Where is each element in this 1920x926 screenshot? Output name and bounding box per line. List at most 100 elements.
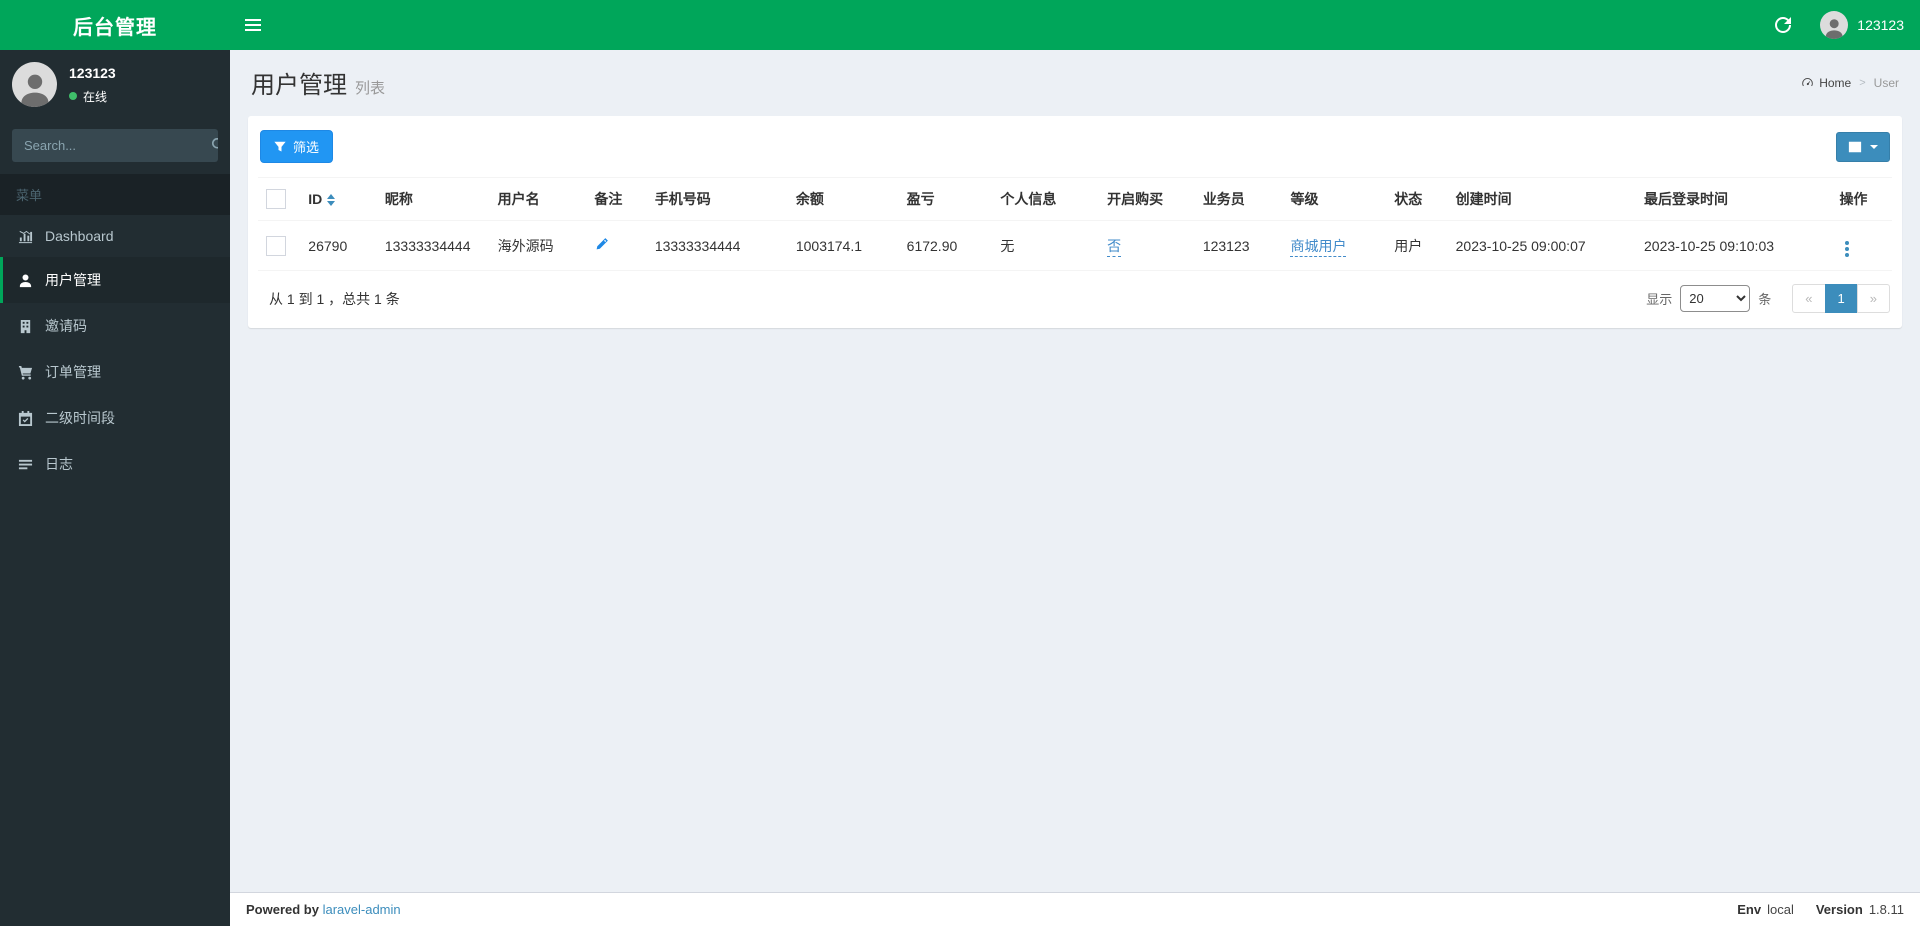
breadcrumb-home-link[interactable]: Home: [1801, 76, 1851, 90]
chevron-down-icon: [1870, 144, 1878, 149]
cell-id: 26790: [300, 220, 377, 271]
pager: « 1 »: [1792, 284, 1890, 313]
sidebar-item-label: Dashboard: [45, 228, 114, 244]
sidebar-item-logs[interactable]: 日志: [0, 441, 230, 487]
avatar: [1820, 11, 1849, 39]
row-checkbox[interactable]: [266, 235, 286, 256]
prev-page-button[interactable]: «: [1792, 284, 1826, 313]
cell-last-login: 2023-10-25 09:10:03: [1636, 220, 1832, 271]
header-status: 状态: [1386, 177, 1448, 221]
grid-footer: 从 1 到 1 ，总共 1 条 显示 20 条 « 1 »: [248, 271, 1902, 328]
search-input[interactable]: [12, 129, 212, 162]
user-icon: [16, 273, 34, 288]
navbar-username: 123123: [1857, 17, 1904, 33]
sidebar-item-time-periods[interactable]: 二级时间段: [0, 395, 230, 441]
menu-header: 菜单: [0, 174, 230, 215]
sidebar-item-label: 邀请码: [45, 318, 87, 334]
sidebar-item-label: 订单管理: [45, 364, 101, 380]
cell-status: 用户: [1386, 220, 1448, 271]
sidebar-item-orders[interactable]: 订单管理: [0, 349, 230, 395]
breadcrumb-separator: >: [1859, 76, 1866, 89]
breadcrumb-current: User: [1873, 75, 1899, 90]
header-actions: 操作: [1831, 177, 1892, 221]
brand-logo[interactable]: 后台管理: [0, 0, 230, 50]
page-footer: Powered by laravel-admin Env local Versi…: [230, 892, 1920, 926]
content: 筛选 ID 昵称 用户名 备注 手机号码 余额 盈亏 个人信息 开启购买 业务员…: [230, 100, 1920, 344]
sidebar-item-label: 用户管理: [45, 272, 101, 288]
cell-profit: 6172.90: [898, 220, 993, 271]
cell-balance: 1003174.1: [787, 220, 899, 271]
top-navbar: 123123: [230, 0, 1920, 50]
sidebar-item-invite-codes[interactable]: 邀请码: [0, 303, 230, 349]
search-button[interactable]: [211, 129, 218, 162]
header-nickname: 昵称: [376, 177, 490, 221]
status-label: 在线: [83, 89, 108, 104]
column-selector-button[interactable]: [1836, 131, 1890, 162]
grid-toolbar: 筛选: [248, 116, 1902, 177]
sort-icon[interactable]: [327, 194, 336, 207]
header-created-at: 创建时间: [1447, 177, 1637, 221]
bar-chart-icon: [16, 229, 34, 244]
search-icon: [211, 137, 218, 149]
cell-salesman: 123123: [1194, 220, 1283, 271]
sidebar-item-label: 日志: [45, 456, 73, 472]
level-editable-link[interactable]: 商城用户: [1290, 237, 1347, 257]
laravel-admin-link[interactable]: laravel-admin: [323, 902, 401, 917]
log-list-icon: [16, 457, 34, 472]
navbar-right: 123123: [1762, 0, 1920, 50]
header-profit: 盈亏: [898, 177, 993, 221]
calendar-icon: [16, 410, 34, 426]
header-username: 用户名: [489, 177, 587, 221]
sidebar-toggle-button[interactable]: [230, 0, 275, 50]
header-remark: 备注: [586, 177, 647, 221]
header-id[interactable]: ID: [300, 177, 377, 221]
header-purchase-enabled: 开启购买: [1099, 177, 1195, 221]
header-personal-info: 个人信息: [992, 177, 1100, 221]
content-header: 用户管理 列表 Home > User: [230, 50, 1920, 100]
table-header-row: ID 昵称 用户名 备注 手机号码 余额 盈亏 个人信息 开启购买 业务员 等级…: [258, 177, 1892, 221]
per-page-unit: 条: [1758, 292, 1772, 307]
page-title: 用户管理 列表: [251, 72, 386, 99]
online-dot-icon: [69, 92, 77, 100]
sidebar-item-label: 二级时间段: [45, 410, 115, 426]
sidebar-item-dashboard[interactable]: Dashboard: [0, 215, 230, 257]
table-row: 26790 13333334444 海外源码 13333334444 10031…: [258, 220, 1892, 271]
hamburger-icon: [244, 19, 261, 21]
sidebar-search: [12, 129, 218, 162]
filter-button[interactable]: 筛选: [260, 130, 334, 163]
cart-icon: [16, 365, 34, 380]
per-page-select[interactable]: 20: [1680, 285, 1751, 312]
purchase-enabled-toggle[interactable]: 否: [1107, 237, 1122, 257]
dashboard-gauge-icon: [1802, 78, 1813, 87]
sidebar: 123123 在线 菜单 Dashboard 用户管理 邀请码: [0, 0, 230, 926]
sidebar-item-users[interactable]: 用户管理: [0, 257, 230, 303]
building-icon: [16, 319, 34, 334]
next-page-button[interactable]: »: [1856, 284, 1890, 313]
user-status: 在线: [69, 88, 116, 105]
footer-powered-by: Powered by laravel-admin: [246, 902, 401, 917]
header-level: 等级: [1282, 177, 1387, 221]
user-menu[interactable]: 123123: [1804, 0, 1920, 50]
pagination-controls: 显示 20 条 « 1 »: [1646, 284, 1890, 313]
page-subtitle: 列表: [355, 80, 386, 97]
avatar: [12, 62, 57, 107]
refresh-icon: [1775, 17, 1792, 33]
footer-env-version: Env local Version 1.8.11: [1737, 902, 1904, 917]
funnel-icon: [274, 141, 286, 151]
pencil-icon: [597, 237, 609, 249]
header-phone: 手机号码: [646, 177, 788, 221]
rows-summary: 从 1 到 1 ，总共 1 条: [269, 290, 400, 307]
cell-phone: 13333334444: [646, 220, 788, 271]
users-table: ID 昵称 用户名 备注 手机号码 余额 盈亏 个人信息 开启购买 业务员 等级…: [258, 177, 1892, 271]
edit-remark-button[interactable]: [594, 237, 609, 255]
brand-title: 后台管理: [73, 16, 157, 39]
row-actions-button[interactable]: [1839, 239, 1855, 259]
page-1-button[interactable]: 1: [1824, 284, 1858, 313]
refresh-button[interactable]: [1762, 0, 1804, 50]
select-all-checkbox[interactable]: [266, 189, 286, 209]
cell-personal-info: 无: [992, 220, 1100, 271]
cell-nickname: 13333334444: [376, 220, 490, 271]
header-salesman: 业务员: [1194, 177, 1283, 221]
content-wrapper: 用户管理 列表 Home > User 筛选 ID 昵称 用户名 备注 手机号码…: [230, 0, 1920, 344]
breadcrumb: Home > User: [1801, 76, 1899, 90]
